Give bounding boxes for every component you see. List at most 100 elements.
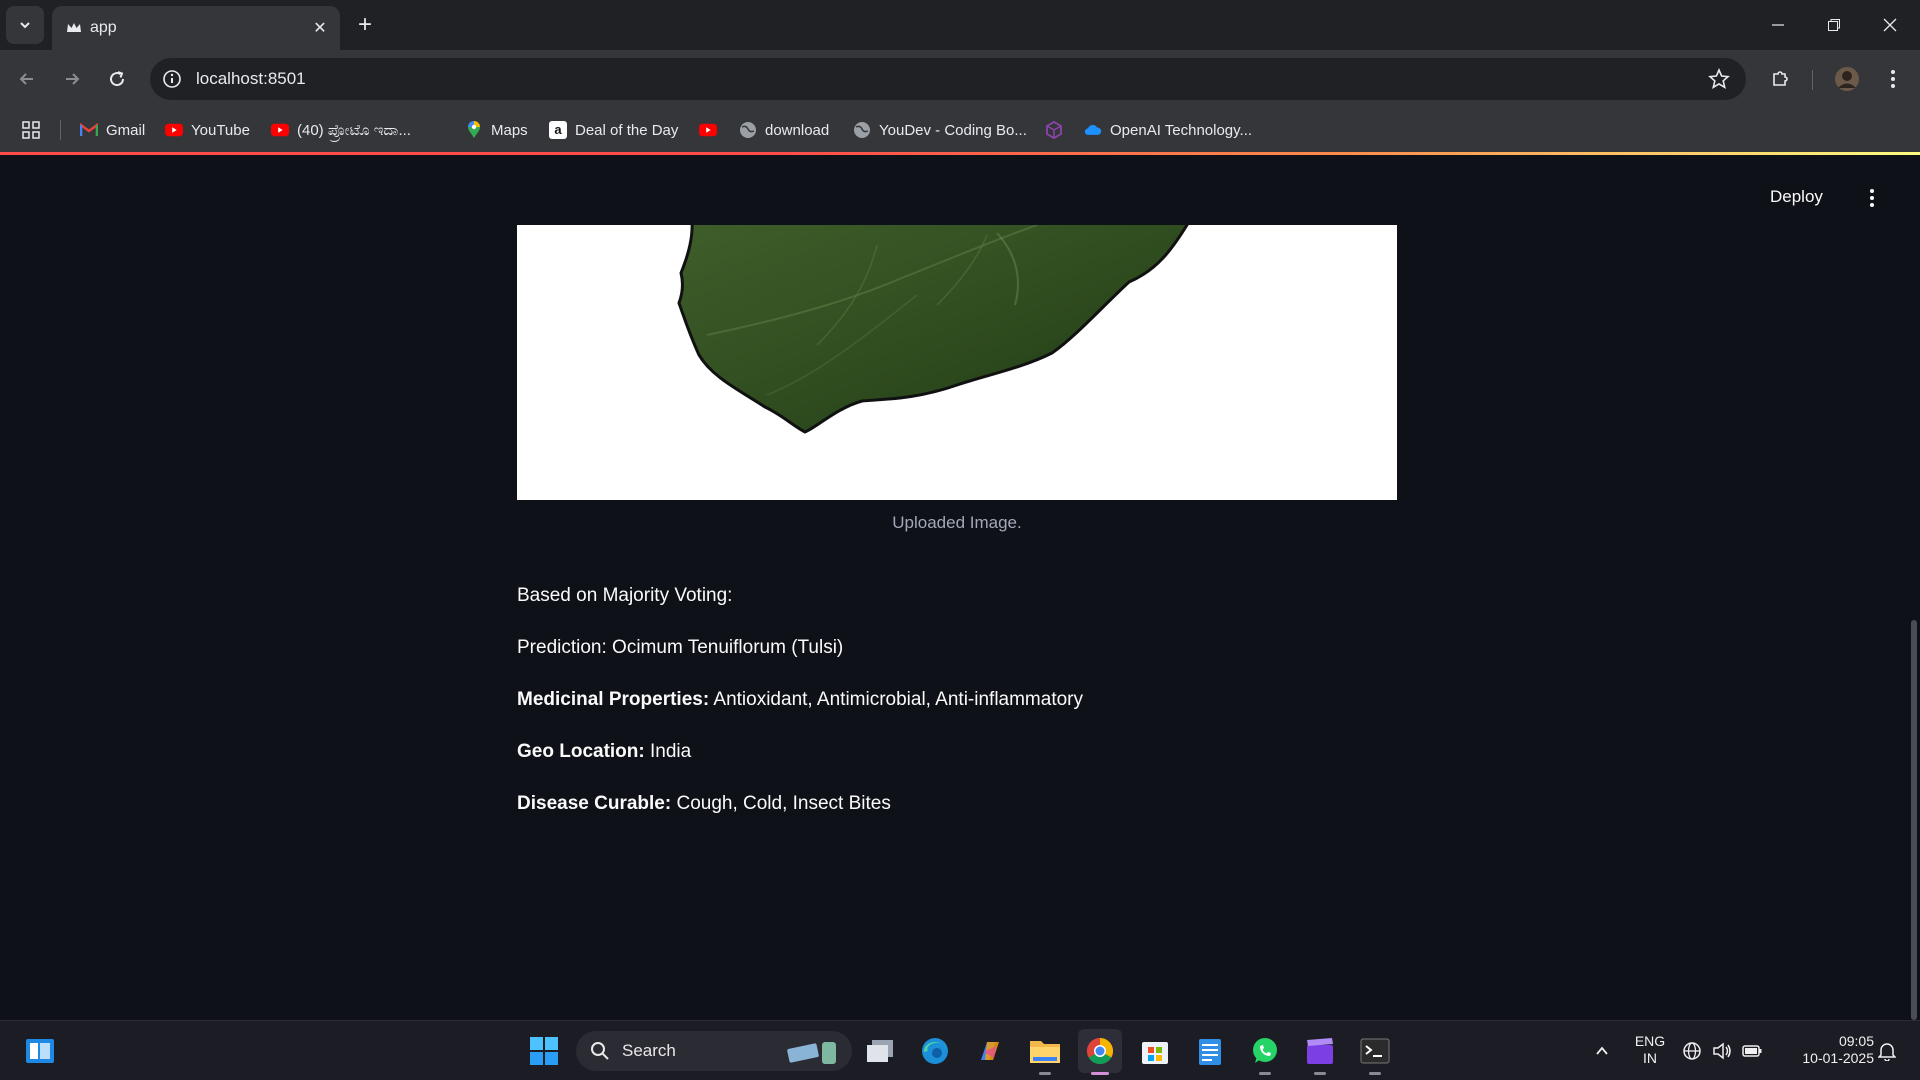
bookmark-label: Gmail bbox=[106, 121, 146, 139]
profile-button[interactable] bbox=[1830, 62, 1864, 96]
chevron-up-icon bbox=[1596, 1046, 1608, 1055]
image-caption: Uploaded Image. bbox=[892, 513, 1022, 532]
apps-button[interactable] bbox=[22, 118, 40, 142]
edge-app[interactable] bbox=[913, 1029, 957, 1073]
bookmark-label: download bbox=[765, 121, 830, 139]
copilot-app[interactable] bbox=[968, 1029, 1012, 1073]
site-info-icon[interactable] bbox=[162, 69, 182, 89]
bookmarks-bar: Gmail YouTube (40) ಪ್ರೋಟೊ ಇದಾ... Maps a … bbox=[0, 108, 1920, 152]
forward-button[interactable] bbox=[55, 62, 89, 96]
close-window-button[interactable] bbox=[1862, 0, 1918, 50]
volume-icon bbox=[1713, 1042, 1731, 1060]
medicinal-properties-label: Medicinal Properties: bbox=[517, 689, 710, 710]
terminal-app[interactable] bbox=[1353, 1029, 1397, 1075]
taskbar-search[interactable]: Search bbox=[576, 1031, 852, 1071]
bookmark-download[interactable]: download bbox=[739, 118, 829, 142]
page-scrollbar[interactable] bbox=[1911, 620, 1917, 1020]
clapperboard-icon bbox=[1307, 1038, 1333, 1064]
windows-taskbar: Search ENG IN 09:05 10-01-2025 bbox=[0, 1020, 1920, 1080]
bookmark-youtube-40[interactable]: (40) ಪ್ರೋಟೊ ಇದಾ... bbox=[271, 118, 411, 142]
youtube-icon bbox=[699, 121, 717, 139]
majority-voting-text: Based on Majority Voting: bbox=[517, 585, 733, 606]
start-button[interactable] bbox=[522, 1029, 566, 1073]
more-vert-dot bbox=[1870, 203, 1874, 207]
bookmark-youdev[interactable]: YouDev - Coding Bo... bbox=[853, 118, 1027, 142]
disease-curable-label: Disease Curable: bbox=[517, 793, 672, 814]
network-globe-icon bbox=[1683, 1042, 1701, 1060]
chevron-down-icon bbox=[20, 22, 30, 29]
youtube-icon bbox=[165, 121, 183, 139]
chrome-app[interactable] bbox=[1078, 1029, 1122, 1075]
close-icon bbox=[1883, 18, 1897, 32]
bookmark-youtube[interactable]: YouTube bbox=[165, 118, 250, 142]
disease-curable-value: Cough, Cold, Insect Bites bbox=[671, 793, 891, 814]
close-tab-icon[interactable]: ✕ bbox=[310, 18, 330, 38]
bookmark-openai-technology[interactable]: OpenAI Technology... bbox=[1084, 118, 1252, 142]
cube-icon bbox=[1045, 121, 1063, 139]
bookmark-cube[interactable] bbox=[1045, 118, 1063, 142]
bookmark-deal-of-the-day[interactable]: a Deal of the Day bbox=[549, 118, 678, 142]
deploy-button[interactable]: Deploy bbox=[1770, 187, 1823, 207]
running-indicator bbox=[1314, 1072, 1326, 1075]
folder-icon bbox=[1030, 1041, 1060, 1063]
restore-button[interactable] bbox=[1806, 0, 1862, 50]
bell-icon bbox=[1878, 1043, 1896, 1061]
input-language-indicator[interactable]: ENG IN bbox=[1628, 1033, 1672, 1067]
maps-icon bbox=[465, 121, 483, 139]
task-view-button[interactable] bbox=[858, 1029, 902, 1073]
minimize-button[interactable] bbox=[1750, 0, 1806, 50]
browser-tab-app[interactable]: app ✕ bbox=[52, 6, 340, 50]
file-explorer-app[interactable] bbox=[1023, 1029, 1067, 1075]
clipchamp-app[interactable] bbox=[1298, 1029, 1342, 1075]
puzzle-icon bbox=[1773, 71, 1788, 86]
notifications-button[interactable] bbox=[1870, 1029, 1904, 1073]
minimize-icon bbox=[1772, 24, 1784, 26]
more-vert-icon bbox=[1870, 189, 1874, 193]
disease-curable-line: Disease Curable: Cough, Cold, Insect Bit… bbox=[517, 793, 891, 815]
region-code: IN bbox=[1643, 1050, 1657, 1066]
notepad-app[interactable] bbox=[1188, 1029, 1232, 1073]
svg-text:a: a bbox=[554, 122, 562, 137]
arrow-left-icon bbox=[19, 73, 33, 85]
bookmark-star-icon[interactable] bbox=[1708, 68, 1730, 90]
geo-location-value: India bbox=[644, 741, 692, 762]
search-highlight-icon bbox=[787, 1042, 836, 1064]
back-button[interactable] bbox=[10, 62, 44, 96]
clock-time: 09:05 bbox=[1838, 1033, 1874, 1049]
reload-button[interactable] bbox=[100, 62, 134, 96]
notepad-icon bbox=[1199, 1039, 1221, 1065]
tab-search-button[interactable] bbox=[6, 6, 44, 44]
bookmark-gmail[interactable]: Gmail bbox=[80, 118, 145, 142]
extensions-button[interactable] bbox=[1764, 62, 1798, 96]
uploaded-leaf-image bbox=[517, 225, 1397, 500]
url-text[interactable]: localhost:8501 bbox=[196, 69, 306, 89]
show-hidden-icons-button[interactable] bbox=[1580, 1029, 1624, 1073]
apps-grid-icon bbox=[22, 121, 40, 139]
browser-toolbar: localhost:8501 bbox=[0, 50, 1920, 108]
geo-location-line: Geo Location: India bbox=[517, 741, 691, 763]
running-indicator bbox=[1039, 1072, 1051, 1075]
browser-menu-button[interactable] bbox=[1876, 62, 1910, 96]
whatsapp-app[interactable] bbox=[1243, 1029, 1287, 1075]
widgets-icon bbox=[26, 1039, 54, 1063]
whatsapp-icon bbox=[1253, 1038, 1277, 1063]
widgets-button[interactable] bbox=[18, 1029, 62, 1073]
prediction-text: Prediction: Ocimum Tenuiflorum (Tulsi) bbox=[517, 637, 844, 658]
bookmark-youtube-2[interactable] bbox=[699, 118, 717, 142]
medicinal-properties-value: Antioxidant, Antimicrobial, Anti-inflamm… bbox=[709, 689, 1084, 710]
microsoft-store-app[interactable] bbox=[1133, 1029, 1177, 1073]
bookmark-maps[interactable]: Maps bbox=[465, 118, 528, 142]
language-code: ENG bbox=[1634, 1033, 1666, 1049]
edge-icon bbox=[922, 1038, 948, 1064]
search-icon bbox=[591, 1042, 609, 1060]
cloud-icon bbox=[1084, 121, 1102, 139]
clock[interactable]: 09:05 10-01-2025 bbox=[1782, 1033, 1874, 1067]
task-view-icon bbox=[867, 1040, 893, 1062]
restore-icon bbox=[1828, 19, 1840, 31]
medicinal-properties-line: Medicinal Properties: Antioxidant, Antim… bbox=[517, 689, 1083, 711]
new-tab-button[interactable]: + bbox=[352, 11, 378, 38]
address-bar[interactable]: localhost:8501 bbox=[150, 58, 1746, 100]
app-menu-button[interactable] bbox=[1862, 185, 1882, 211]
running-indicator bbox=[1259, 1072, 1271, 1075]
quick-settings-button[interactable] bbox=[1674, 1029, 1770, 1073]
